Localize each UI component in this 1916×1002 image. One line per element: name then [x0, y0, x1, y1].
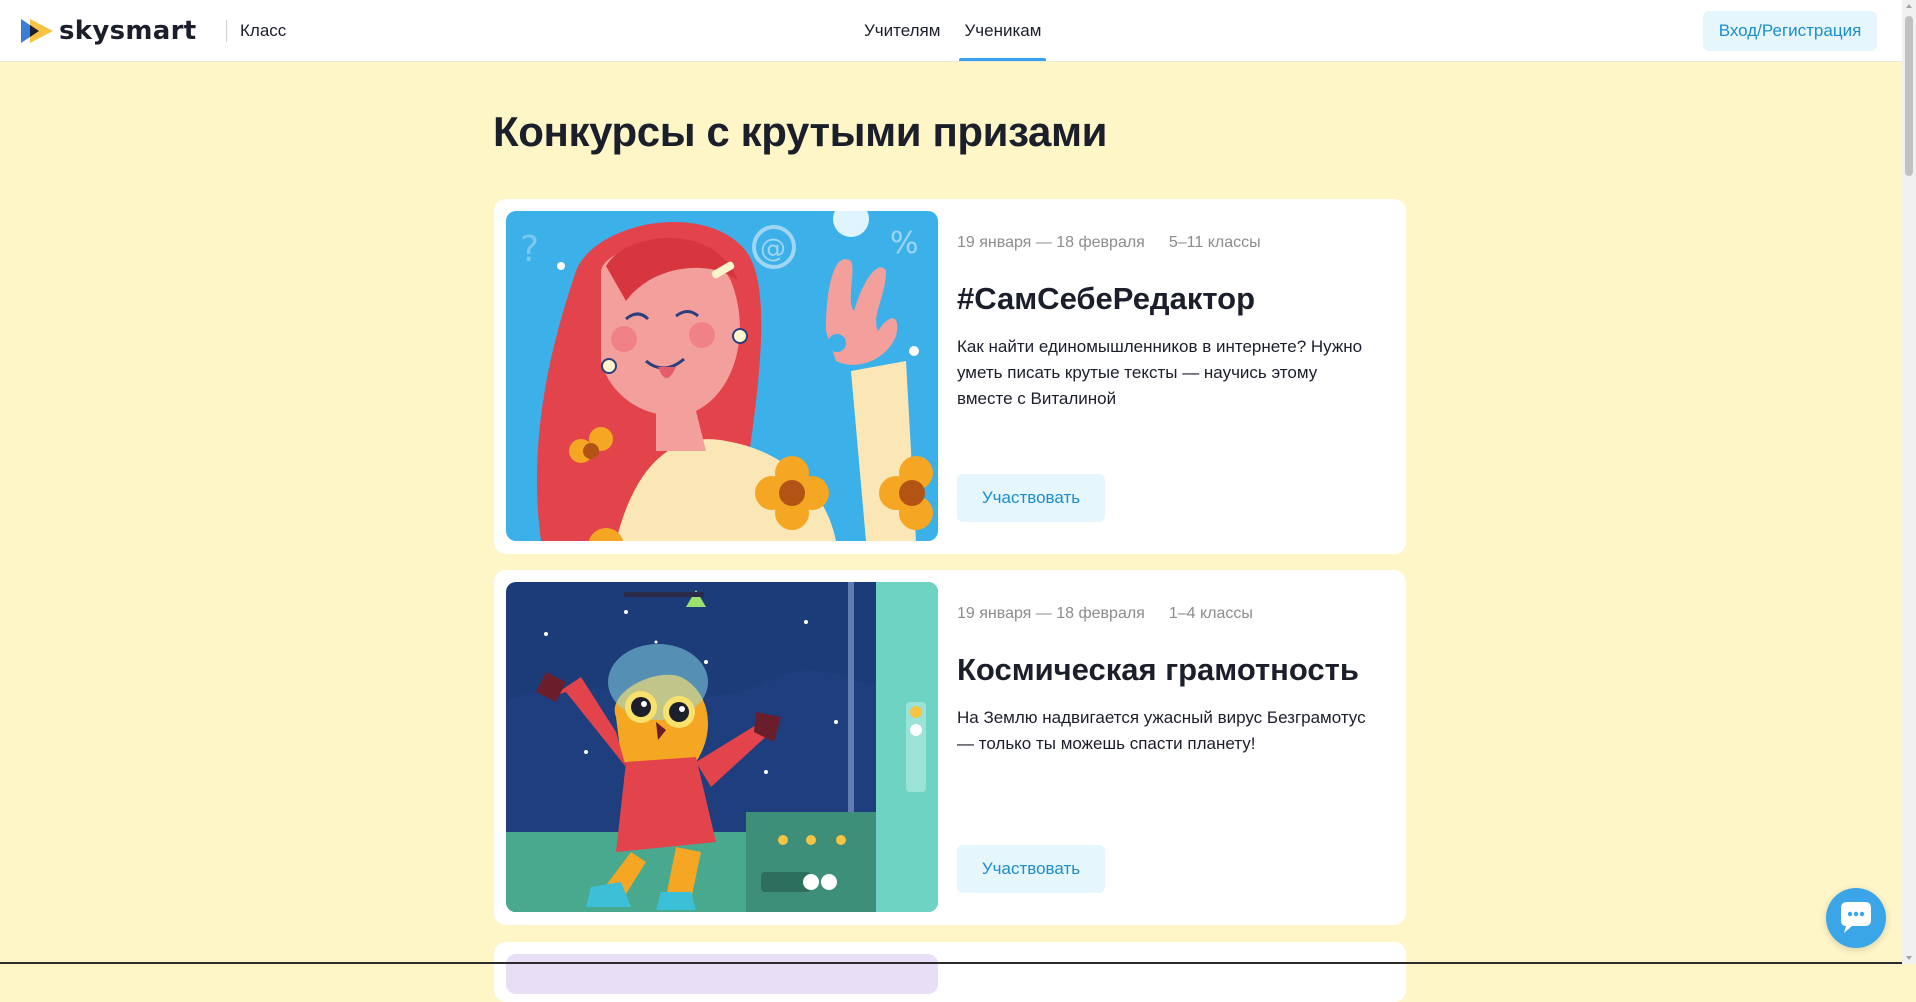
active-nav-indicator: [959, 58, 1047, 61]
contest-image-partial[interactable]: [506, 954, 938, 994]
space-owl-illustration[interactable]: [506, 582, 938, 912]
logo-divider: [226, 20, 227, 42]
scroll-up-arrow-icon[interactable]: [1906, 4, 1912, 8]
scrollbar-thumb[interactable]: [1905, 16, 1913, 176]
nav-students[interactable]: Ученикам: [959, 0, 1047, 61]
participate-button[interactable]: Участвовать: [957, 474, 1105, 522]
contest-title[interactable]: #СамСебеРедактор: [957, 281, 1255, 317]
space-owl-illustration-image: [506, 582, 938, 912]
chat-bubble-icon: [1841, 902, 1871, 933]
login-register-button[interactable]: Вход/Регистрация: [1703, 11, 1877, 51]
chat-button[interactable]: [1826, 888, 1886, 948]
skysmart-play-logo-icon: [21, 19, 53, 43]
contest-title[interactable]: Космическая грамотность: [957, 652, 1359, 688]
contest-description: Как найти единомышленников в интернете? …: [957, 337, 1363, 408]
contest-card: ? % @ 19 января — 18 февраля 5–11 классы…: [494, 199, 1406, 554]
girl-illustration[interactable]: ? % @: [506, 211, 938, 541]
skysmart-logo[interactable]: skysmart: [21, 16, 197, 46]
contest-dates: 19 января — 18 февраля: [957, 605, 1145, 622]
contest-dates: 19 января — 18 февраля: [957, 234, 1145, 251]
nav-students-label: Ученикам: [964, 21, 1042, 40]
contest-card-partial: [494, 942, 1406, 1002]
contest-meta: 19 января — 18 февраля 1–4 классы: [957, 605, 1277, 623]
girl-illustration-image: ? % @: [506, 211, 938, 541]
nav-teachers[interactable]: Учителям: [864, 0, 940, 61]
logo-text: skysmart: [59, 16, 197, 46]
contest-meta: 19 января — 18 февраля 5–11 классы: [957, 234, 1285, 252]
participate-button[interactable]: Участвовать: [957, 845, 1105, 893]
page-scrollbar[interactable]: [1902, 0, 1916, 964]
contest-card: 19 января — 18 февраля 1–4 классы Космиче…: [494, 570, 1406, 925]
contest-grades: 5–11 классы: [1168, 234, 1261, 251]
logo-subtitle: Класс: [240, 21, 287, 40]
svg-text:@: @: [760, 234, 786, 264]
main-nav: Учителям Ученикам: [864, 0, 1065, 61]
svg-text:%: %: [890, 226, 919, 261]
scroll-down-arrow-icon[interactable]: [1906, 956, 1912, 960]
page-title: Конкурсы с крутыми призами: [493, 108, 1108, 155]
contest-description: На Землю надвигается ужасный вирус Безгр…: [957, 708, 1366, 753]
nav-teachers-label: Учителям: [864, 21, 941, 40]
svg-text:?: ?: [520, 229, 539, 270]
site-header: skysmart Класс Учителям Ученикам Вход/Ре…: [0, 0, 1902, 62]
contest-grades: 1–4 классы: [1168, 605, 1253, 622]
